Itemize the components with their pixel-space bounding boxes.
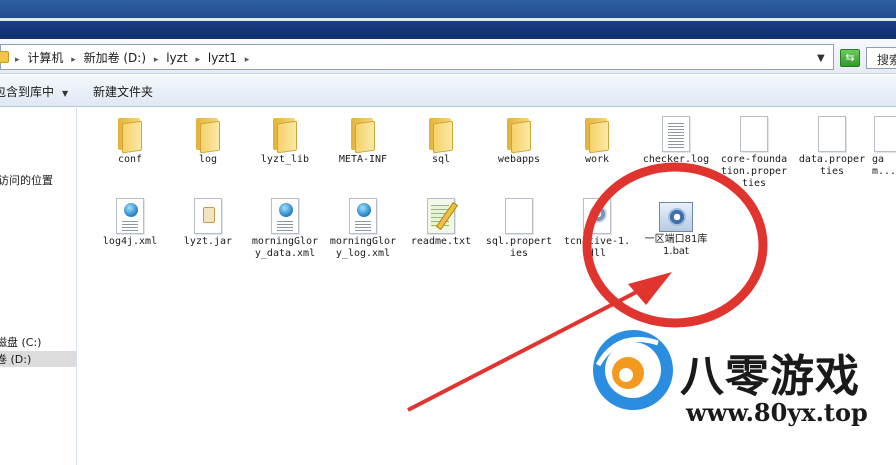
file-item[interactable]: core-foundation.properties: [719, 116, 789, 190]
file-name: tcnative-1.dll: [563, 236, 631, 259]
folder-icon: [194, 116, 222, 154]
window-title-bar: [0, 0, 896, 20]
chevron-down-icon: ▼: [62, 89, 69, 98]
file-name: sql: [431, 154, 451, 165]
crumb-lyzt1[interactable]: lyzt1: [208, 51, 237, 65]
file-item[interactable]: webapps: [484, 116, 554, 166]
breadcrumb: ▸ 计算机 ▸ 新加卷 (D:) ▸ lyzt ▸ lyzt1 ▸: [15, 49, 253, 66]
refresh-icon: ⇆: [845, 51, 855, 64]
file-name: lyzt.jar: [183, 236, 233, 247]
file-name: lyzt_lib: [260, 154, 310, 165]
navigation-pane: 访问的位置 磁盘 (C:) 卷 (D:): [0, 108, 77, 465]
search-input[interactable]: 搜索: [866, 47, 896, 69]
file-name: core-foundation.properties: [720, 154, 788, 189]
file-item[interactable]: log4j.xml: [95, 198, 165, 248]
file-item[interactable]: sql: [406, 116, 476, 166]
file-name: META-INF: [338, 154, 388, 165]
search-placeholder: 搜索: [877, 53, 896, 67]
file-name: log4j.xml: [102, 236, 158, 247]
sidebar-item-label: 访问的位置: [0, 174, 53, 187]
file-name: sql.properties: [485, 236, 553, 259]
file-name: morningGlory_data.xml: [251, 236, 319, 259]
jar-file-icon: [194, 198, 222, 234]
file-item[interactable]: tcnative-1.dll: [562, 198, 632, 260]
new-folder-button[interactable]: 新建文件夹: [93, 83, 153, 100]
file-item[interactable]: lyzt.jar: [173, 198, 243, 248]
dll-file-icon: [583, 198, 611, 234]
file-name: readme.txt: [410, 236, 472, 247]
crumb-drive[interactable]: 新加卷 (D:): [84, 51, 146, 65]
folder-icon: [505, 116, 533, 154]
log-file-icon: [662, 116, 690, 152]
window-title-bar-lower: [0, 21, 896, 39]
properties-file-icon: [740, 116, 768, 152]
chevron-right-icon[interactable]: ▸: [154, 55, 159, 65]
file-icon: [874, 116, 896, 152]
chevron-down-icon[interactable]: ▼: [817, 53, 825, 64]
file-item[interactable]: gam...: [868, 116, 896, 178]
include-in-library-button[interactable]: 包含到库中 ▼: [0, 83, 68, 100]
new-folder-label: 新建文件夹: [93, 85, 154, 99]
folder-icon: [349, 116, 377, 154]
include-in-library-label: 包含到库中: [0, 85, 55, 99]
file-name: log: [198, 154, 218, 165]
refresh-button[interactable]: ⇆: [840, 49, 860, 67]
file-item[interactable]: readme.txt: [406, 198, 476, 248]
crumb-lyzt[interactable]: lyzt: [166, 51, 187, 65]
file-item[interactable]: checker.log: [641, 116, 711, 166]
file-item[interactable]: sql.properties: [484, 198, 554, 260]
file-item[interactable]: 一区端口81库1.bat: [641, 202, 711, 258]
file-item[interactable]: conf: [95, 116, 165, 166]
file-item[interactable]: log: [173, 116, 243, 166]
file-name: work: [584, 154, 610, 165]
file-item[interactable]: META-INF: [328, 116, 398, 166]
watermark-url: www.80yx.top: [686, 398, 868, 427]
file-name: gam...: [872, 154, 896, 177]
folder-icon: [116, 116, 144, 154]
xml-file-icon: [271, 198, 299, 234]
brand-logo-icon: [593, 330, 673, 410]
file-name: webapps: [497, 154, 541, 165]
file-name: 一区端口81库1.bat: [644, 234, 708, 257]
watermark-brand: 八零游戏: [680, 351, 860, 402]
batch-file-icon: [659, 202, 693, 232]
command-toolbar: 包含到库中 ▼ 新建文件夹: [0, 75, 896, 107]
folder-icon: [583, 116, 611, 154]
address-bar: ▸ 计算机 ▸ 新加卷 (D:) ▸ lyzt ▸ lyzt1 ▸ ▼ ⇆ 搜索: [0, 40, 896, 74]
chevron-right-icon[interactable]: ▸: [245, 55, 250, 65]
file-name: checker.log: [642, 154, 710, 165]
xml-file-icon: [116, 198, 144, 234]
crumb-computer[interactable]: 计算机: [27, 51, 63, 65]
file-name: morningGlory_log.xml: [329, 236, 397, 259]
properties-file-icon: [818, 116, 846, 152]
sidebar-item-label: 磁盘 (C:): [0, 336, 42, 349]
xml-file-icon: [349, 198, 377, 234]
sidebar-item-recent-places[interactable]: 访问的位置: [0, 172, 53, 188]
file-item[interactable]: work: [562, 116, 632, 166]
file-item[interactable]: morningGlory_log.xml: [328, 198, 398, 260]
text-file-icon: [427, 198, 459, 234]
sidebar-item-drive-c[interactable]: 磁盘 (C:): [0, 334, 41, 350]
address-field[interactable]: ▸ 计算机 ▸ 新加卷 (D:) ▸ lyzt ▸ lyzt1 ▸ ▼: [0, 44, 834, 70]
file-name: data.properties: [798, 154, 866, 177]
file-item[interactable]: lyzt_lib: [250, 116, 320, 166]
chevron-right-icon[interactable]: ▸: [196, 55, 201, 65]
chevron-right-icon: ▸: [15, 55, 20, 65]
file-item[interactable]: morningGlory_data.xml: [250, 198, 320, 260]
file-name: conf: [117, 154, 143, 165]
sidebar-item-drive-d[interactable]: 卷 (D:): [0, 351, 76, 367]
chevron-right-icon[interactable]: ▸: [71, 55, 76, 65]
sidebar-item-label: 卷 (D:): [0, 353, 32, 366]
file-item[interactable]: data.properties: [797, 116, 867, 178]
folder-icon: [0, 51, 9, 63]
folder-icon: [271, 116, 299, 154]
folder-icon: [427, 116, 455, 154]
properties-file-icon: [505, 198, 533, 234]
